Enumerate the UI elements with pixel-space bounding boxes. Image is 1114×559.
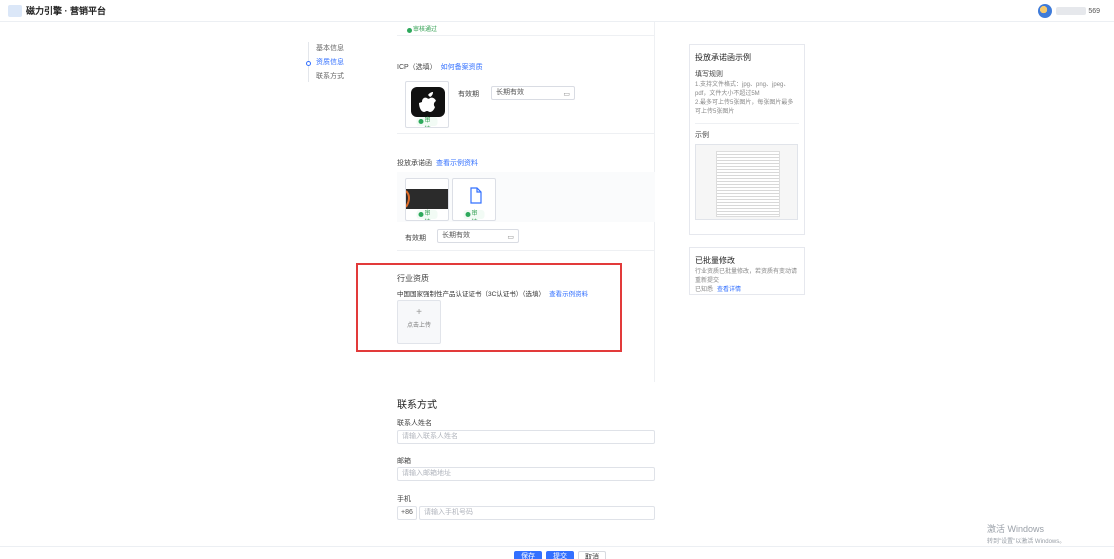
help-rule-2: 2.最多可上传5张图片，每张图片最多可上传5张图片 <box>695 100 794 115</box>
status-badge: 审核通过 <box>416 117 438 126</box>
authorization-sample-link[interactable]: 查看示例资料 <box>436 160 478 167</box>
icp-help-link[interactable]: 如何备案资质 <box>441 64 483 71</box>
nav-item-qualification[interactable]: 资质信息 <box>306 56 366 70</box>
app-logo-icon[interactable] <box>8 4 22 17</box>
bottom-action-bar: 保存 提交 取消 <box>0 546 1114 559</box>
watermark-line-2: 转到"设置"以激活 Windows。 <box>987 539 1066 545</box>
notice-text: 行业资质已批量修改，若资质有变动请重新提交 <box>695 269 798 284</box>
top-header: 磁力引擎 · 营销平台 569 <box>0 0 1114 22</box>
file-icon <box>470 187 482 204</box>
help-panel: 投放承诺函示例 填写规则 1.支持文件格式：jpg、png、jpeg、pdf，文… <box>689 44 805 235</box>
icp-upload-card[interactable]: 审核通过 <box>405 81 449 128</box>
windows-activation-watermark: 激活 Windows 转到"设置"以激活 Windows。 <box>987 522 1065 545</box>
industry-sample-link[interactable]: 查看示例资料 <box>549 291 588 298</box>
plus-icon: + <box>416 307 422 318</box>
phone-label: 手机 <box>397 496 411 503</box>
help-divider <box>695 123 799 124</box>
notice-detail-link[interactable]: 查看详情 <box>717 287 741 293</box>
status-badge: 审核通过 <box>463 210 485 219</box>
phone-country-code[interactable]: +86 <box>397 506 417 520</box>
calendar-icon: ▭ <box>563 91 570 98</box>
nav-item-basic-info[interactable]: 基本信息 <box>306 42 366 56</box>
notice-panel: 已批量修改 行业资质已批量修改，若资质有变动请重新提交 已知悉 查看详情 <box>689 247 805 295</box>
notice-title: 已批量修改 <box>695 256 735 265</box>
industry-sub-label: 中国国家强制性产品认证证书（3C认证书）（选填） <box>397 291 546 298</box>
icp-label-row: ICP（选填） 如何备案资质 <box>397 62 483 72</box>
contact-name-label: 联系人姓名 <box>397 420 432 427</box>
contact-section-title: 联系方式 <box>397 400 437 411</box>
sample-paper <box>716 151 780 217</box>
industry-sub-row: 中国国家强制性产品认证证书（3C认证书）（选填） 查看示例资料 <box>397 288 588 298</box>
status-badge: 审核通过 <box>405 26 442 35</box>
nav-item-label: 资质信息 <box>316 59 344 66</box>
authorization-validity-select[interactable]: 长期有效 ▭ <box>437 229 519 243</box>
phone-input[interactable]: 请输入手机号码 <box>419 506 655 520</box>
help-sample-label: 示例 <box>695 132 709 139</box>
section-divider <box>397 133 655 134</box>
sample-document-image[interactable] <box>695 144 798 220</box>
apple-logo-icon <box>411 87 445 117</box>
help-rule-1: 1.支持文件格式：jpg、png、jpeg、pdf，文件大小不超过5M <box>695 82 790 97</box>
submit-button[interactable]: 提交 <box>546 551 574 559</box>
section-anchor-nav: 基本信息 资质信息 联系方式 <box>306 42 366 84</box>
authorization-label: 投放承诺函 <box>397 160 432 167</box>
contact-name-input[interactable]: 请输入联系人姓名 <box>397 430 655 444</box>
icp-label: ICP（选填） <box>397 64 437 71</box>
icp-validity-value: 长期有效 <box>496 89 524 96</box>
icp-validity-select[interactable]: 长期有效 ▭ <box>491 86 575 100</box>
authorization-validity-label: 有效期 <box>405 235 426 242</box>
document-thumbnail-icon <box>406 189 448 209</box>
user-name-suffix: 569 <box>1088 7 1100 15</box>
help-rules-title: 填写规则 <box>695 71 723 78</box>
red-annotation-box <box>356 263 622 352</box>
notice-ack-label[interactable]: 已知悉 <box>695 287 713 293</box>
user-area[interactable]: 569 <box>1038 4 1100 18</box>
email-label: 邮箱 <box>397 458 411 465</box>
section-divider <box>397 35 655 36</box>
industry-upload-button[interactable]: + 点击上传 <box>397 300 441 344</box>
authorization-file-card-2[interactable]: 审核通过 <box>452 178 496 221</box>
app-title[interactable]: 磁力引擎 · 营销平台 <box>26 4 106 17</box>
authorization-validity-value: 长期有效 <box>442 232 470 239</box>
section-divider <box>397 250 655 251</box>
active-dot-icon <box>306 61 311 66</box>
save-button[interactable]: 保存 <box>514 551 542 559</box>
nav-item-contact[interactable]: 联系方式 <box>306 70 366 84</box>
help-title: 投放承诺函示例 <box>695 53 751 62</box>
user-name-redacted <box>1056 7 1087 15</box>
email-input[interactable]: 请输入邮箱地址 <box>397 467 655 481</box>
top-card-status: 审核通过 <box>405 23 442 35</box>
cancel-button[interactable]: 取消 <box>578 551 606 559</box>
notice-link-row: 已知悉 查看详情 <box>695 286 799 295</box>
nav-item-label: 基本信息 <box>316 45 344 52</box>
authorization-file-card-1[interactable]: 审核通过 <box>405 178 449 221</box>
calendar-icon: ▭ <box>507 234 514 241</box>
icp-validity-label: 有效期 <box>458 91 479 98</box>
avatar[interactable] <box>1038 4 1053 18</box>
status-badge: 审核通过 <box>416 210 438 219</box>
nav-item-label: 联系方式 <box>316 73 344 80</box>
industry-title: 行业资质 <box>397 274 429 283</box>
watermark-line-1: 激活 Windows <box>987 524 1045 534</box>
upload-label: 点击上传 <box>406 323 431 329</box>
authorization-label-row: 投放承诺函 查看示例资料 <box>397 158 478 168</box>
